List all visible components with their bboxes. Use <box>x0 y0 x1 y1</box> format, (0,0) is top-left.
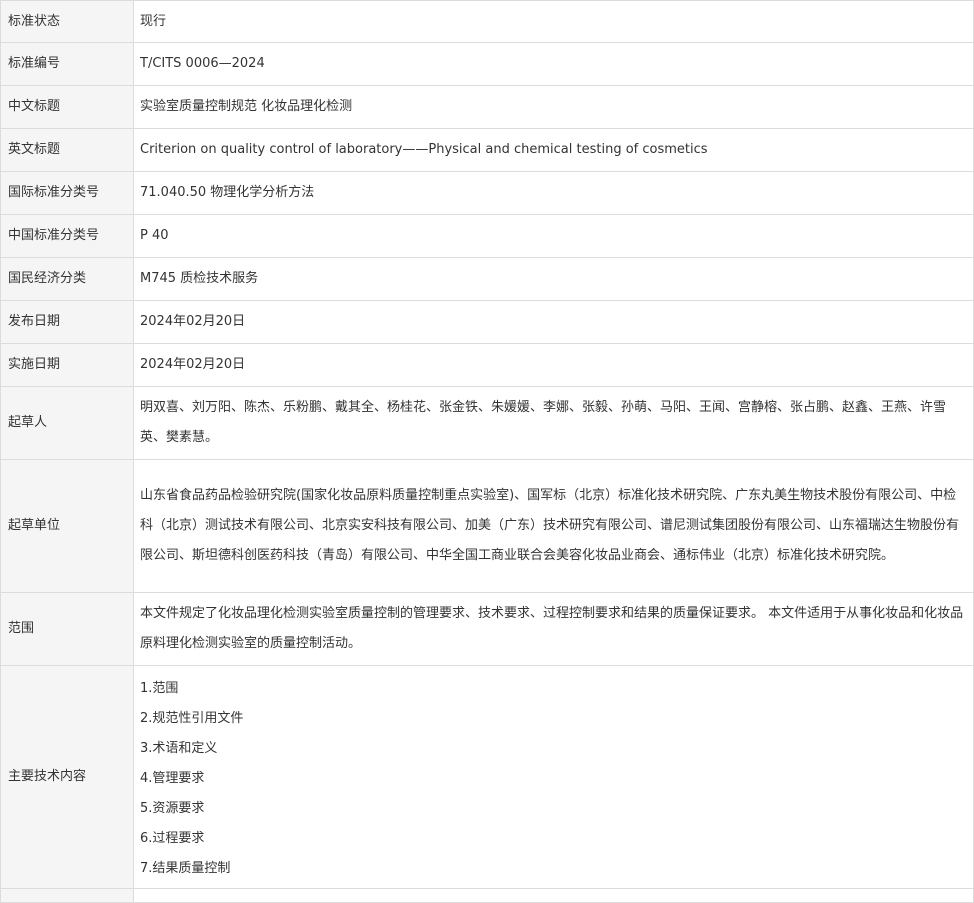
row-standard-number: 标准编号 T/CITS 0006—2024 <box>0 42 974 86</box>
row-label: 国际标准分类号 <box>0 171 134 215</box>
row-chinese-title: 中文标题 实验室质量控制规范 化妆品理化检测 <box>0 85 974 129</box>
row-economic-class: 国民经济分类 M745 质检技术服务 <box>0 257 974 301</box>
row-ics: 国际标准分类号 71.040.50 物理化学分析方法 <box>0 171 974 215</box>
standard-info-table: 标准状态 现行 标准编号 T/CITS 0006—2024 中文标题 实验室质量… <box>0 0 974 903</box>
row-label: 起草人 <box>0 386 134 460</box>
row-value: M745 质检技术服务 <box>133 257 974 301</box>
row-value: Criterion on quality control of laborato… <box>133 128 974 172</box>
row-label: 国民经济分类 <box>0 257 134 301</box>
row-value: 本文件规定了化妆品理化检测实验室质量控制的管理要求、技术要求、过程控制要求和结果… <box>133 592 974 666</box>
row-label: 标准编号 <box>0 42 134 86</box>
row-english-title: 英文标题 Criterion on quality control of lab… <box>0 128 974 172</box>
row-label: 主要技术内容 <box>0 665 134 889</box>
list-item: 1.范围 <box>140 681 179 696</box>
row-label: 中国标准分类号 <box>0 214 134 258</box>
row-value: 实验室质量控制规范 化妆品理化检测 <box>133 85 974 129</box>
row-label: 实施日期 <box>0 343 134 387</box>
list-item: 3.术语和定义 <box>140 741 218 756</box>
list-item: 5.资源要求 <box>140 801 205 816</box>
row-value: T/CITS 0006—2024 <box>133 42 974 86</box>
row-label: 范围 <box>0 592 134 666</box>
list-item: 4.管理要求 <box>140 771 205 786</box>
row-publish-date: 发布日期 2024年02月20日 <box>0 300 974 344</box>
content-list: 1.范围 2.规范性引用文件 3.术语和定义 4.管理要求 5.资源要求 6.过… <box>140 666 967 888</box>
row-value: 2024年02月20日 <box>133 343 974 387</box>
row-value: 1.范围 2.规范性引用文件 3.术语和定义 4.管理要求 5.资源要求 6.过… <box>133 665 974 889</box>
row-label: 起草单位 <box>0 459 134 593</box>
list-item: 2.规范性引用文件 <box>140 711 244 726</box>
row-value: P 40 <box>133 214 974 258</box>
row-label: 标准状态 <box>0 0 134 43</box>
row-value: 明双喜、刘万阳、陈杰、乐粉鹏、戴其全、杨桂花、张金铁、朱媛媛、李娜、张毅、孙萌、… <box>133 386 974 460</box>
row-drafters: 起草人 明双喜、刘万阳、陈杰、乐粉鹏、戴其全、杨桂花、张金铁、朱媛媛、李娜、张毅… <box>0 386 974 460</box>
row-value: 现行 <box>133 0 974 43</box>
list-item: 6.过程要求 <box>140 831 205 846</box>
row-value: 山东省食品药品检验研究院(国家化妆品原料质量控制重点实验室)、国军标（北京）标准… <box>133 459 974 593</box>
row-value: 71.040.50 物理化学分析方法 <box>133 171 974 215</box>
row-ccs: 中国标准分类号 P 40 <box>0 214 974 258</box>
row-label: 中文标题 <box>0 85 134 129</box>
list-item: 7.结果质量控制 <box>140 861 231 876</box>
row-drafting-units: 起草单位 山东省食品药品检验研究院(国家化妆品原料质量控制重点实验室)、国军标（… <box>0 459 974 593</box>
row-main-content: 主要技术内容 1.范围 2.规范性引用文件 3.术语和定义 4.管理要求 5.资… <box>0 665 974 889</box>
row-implement-date: 实施日期 2024年02月20日 <box>0 343 974 387</box>
row-value: 2024年02月20日 <box>133 300 974 344</box>
row-label: 发布日期 <box>0 300 134 344</box>
row-status: 标准状态 现行 <box>0 0 974 43</box>
row-scope: 范围 本文件规定了化妆品理化检测实验室质量控制的管理要求、技术要求、过程控制要求… <box>0 592 974 666</box>
row-label: 英文标题 <box>0 128 134 172</box>
